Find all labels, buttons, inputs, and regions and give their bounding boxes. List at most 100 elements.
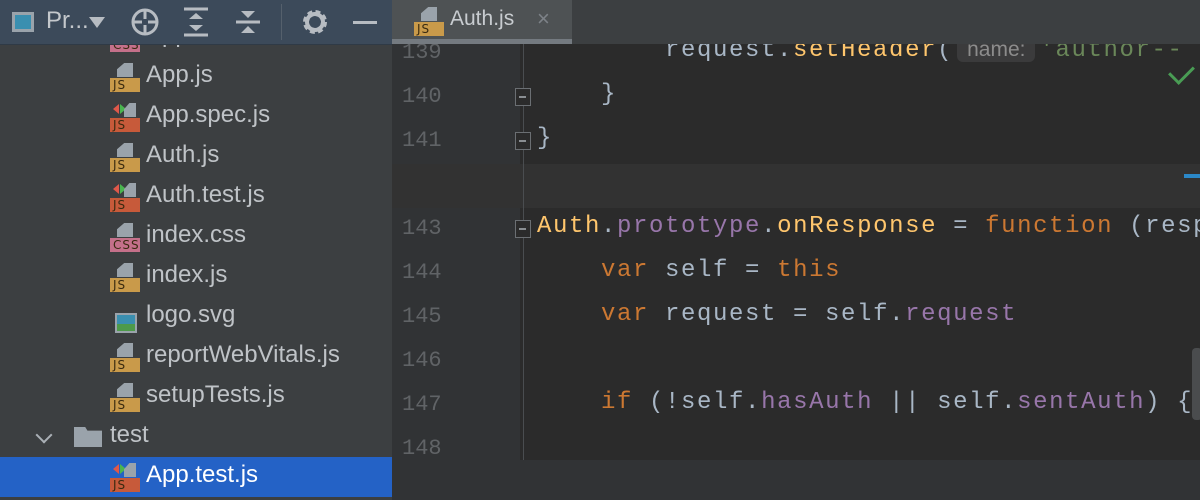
code-token: request bbox=[905, 301, 1018, 328]
css-file-icon: CSS bbox=[110, 223, 140, 253]
code-token: (!self. bbox=[633, 389, 762, 416]
code-token: } bbox=[537, 125, 554, 152]
code-line[interactable]: request.setHeader(name:'author-- bbox=[537, 44, 1184, 64]
code-line[interactable]: if (!self.hasAuth || self.sentAuth) { bbox=[537, 389, 1193, 416]
line-number: 146 bbox=[402, 348, 442, 373]
code-token: request = self. bbox=[649, 301, 906, 328]
code-line[interactable]: } bbox=[537, 81, 617, 108]
current-line-highlight bbox=[392, 164, 1200, 208]
tree-file[interactable]: logo.svg bbox=[0, 297, 392, 337]
code-token: self = bbox=[649, 257, 778, 284]
document-icon bbox=[117, 143, 133, 157]
collapse-all-icon[interactable] bbox=[230, 0, 266, 44]
vertical-scrollbar[interactable] bbox=[1192, 348, 1200, 420]
code-line[interactable]: var request = self.request bbox=[537, 301, 1017, 328]
indent-guide bbox=[523, 44, 524, 460]
code-token: . bbox=[761, 213, 778, 240]
document-icon bbox=[117, 343, 133, 357]
project-window-icon[interactable] bbox=[6, 0, 40, 44]
tree-file[interactable]: JS index.js bbox=[0, 257, 392, 297]
line-number: 139 bbox=[402, 44, 442, 65]
test-file-icon: JS bbox=[110, 103, 140, 133]
tree-file[interactable]: JS App.js bbox=[0, 57, 392, 97]
tab-label: Auth.js bbox=[450, 7, 515, 30]
tree-file[interactable]: JS Auth.js bbox=[0, 137, 392, 177]
document-icon bbox=[117, 263, 133, 277]
test-file-icon: JS bbox=[110, 183, 140, 213]
file-type-badge: JS bbox=[110, 158, 140, 172]
test-file-icon: JS bbox=[110, 463, 140, 493]
tree-item-label: Auth.js bbox=[146, 141, 220, 168]
code-token: if bbox=[601, 389, 634, 416]
file-type-badge: JS bbox=[110, 398, 140, 412]
red-arrow-icon bbox=[113, 104, 119, 114]
line-number: 145 bbox=[402, 304, 442, 329]
fold-end-icon[interactable] bbox=[515, 88, 531, 106]
fold-end-icon[interactable] bbox=[515, 132, 531, 150]
file-type-badge: JS bbox=[110, 78, 140, 92]
code-line[interactable]: var self = this bbox=[537, 257, 841, 284]
svg-file-icon bbox=[110, 303, 140, 333]
tree-item-label: Auth.test.js bbox=[146, 181, 265, 208]
js-file-icon: JS bbox=[110, 383, 140, 413]
code-editor[interactable]: 139140141142143144145146147148 request.s… bbox=[392, 44, 1200, 460]
js-file-icon: JS bbox=[110, 343, 140, 373]
tree-file[interactable]: JS App.spec.js bbox=[0, 97, 392, 137]
line-number: 148 bbox=[402, 436, 442, 460]
fold-start-icon[interactable] bbox=[515, 220, 531, 238]
code-token: function bbox=[985, 213, 1114, 240]
tree-item-label: setupTests.js bbox=[146, 381, 285, 408]
js-file-icon: JS bbox=[110, 143, 140, 173]
line-number: 147 bbox=[402, 392, 442, 417]
image-icon bbox=[115, 313, 137, 333]
close-icon[interactable]: × bbox=[537, 6, 550, 32]
tree-item-label: App.spec.js bbox=[146, 101, 271, 128]
editor-tabs: JS Auth.js × bbox=[392, 0, 1200, 44]
code-token: . bbox=[601, 213, 618, 240]
tree-item-label: App.js bbox=[146, 61, 213, 88]
line-number-gutter: 139140141142143144145146147148 bbox=[392, 44, 520, 460]
tab-auth-js[interactable]: JS Auth.js × bbox=[392, 0, 572, 44]
code-token: } bbox=[537, 81, 618, 108]
code-token: sentAuth bbox=[1017, 389, 1146, 416]
red-arrow-icon bbox=[113, 184, 119, 194]
file-type-badge: JS bbox=[110, 358, 140, 372]
code-token: setHeader bbox=[793, 44, 938, 64]
tree-file[interactable]: JS Auth.test.js bbox=[0, 177, 392, 217]
code-line[interactable]: } bbox=[537, 125, 553, 152]
gear-icon[interactable] bbox=[298, 0, 332, 44]
code-token: var bbox=[601, 301, 650, 328]
tree-file[interactable]: JS App.test.js bbox=[0, 457, 392, 497]
code-token: request. bbox=[537, 44, 794, 64]
expand-all-icon[interactable] bbox=[178, 0, 214, 44]
project-panel-header: Pr... bbox=[0, 0, 392, 45]
code-token: 'author-- bbox=[1039, 44, 1184, 64]
tree-file[interactable]: CSS index.css bbox=[0, 217, 392, 257]
code-token: prototype bbox=[617, 213, 762, 240]
code-line[interactable]: Auth.prototype.onResponse = function (re… bbox=[537, 213, 1200, 240]
locate-icon[interactable] bbox=[126, 0, 164, 44]
file-type-badge: CSS bbox=[110, 238, 140, 252]
project-view-selector[interactable]: Pr... bbox=[46, 7, 89, 35]
tree-item-label: reportWebVitals.js bbox=[146, 341, 340, 368]
folder-icon bbox=[74, 427, 102, 447]
js-file-icon: JS bbox=[110, 63, 140, 93]
tree-file[interactable]: JS setupTests.js bbox=[0, 377, 392, 417]
code-token: var bbox=[601, 257, 650, 284]
code-token: = bbox=[937, 213, 986, 240]
toolbar-divider bbox=[281, 4, 282, 40]
red-arrow-icon bbox=[113, 464, 119, 474]
minimize-icon[interactable] bbox=[350, 0, 380, 44]
code-token: || self. bbox=[873, 389, 1018, 416]
tree-item-label: App.test.js bbox=[146, 461, 259, 488]
code-token: hasAuth bbox=[761, 389, 874, 416]
line-number: 140 bbox=[402, 84, 442, 109]
dropdown-arrow-icon[interactable] bbox=[86, 0, 108, 44]
line-number: 141 bbox=[402, 128, 442, 153]
chevron-down-icon[interactable] bbox=[35, 426, 53, 444]
tree-folder[interactable]: test bbox=[0, 417, 392, 457]
tree-file[interactable]: JS reportWebVitals.js bbox=[0, 337, 392, 377]
